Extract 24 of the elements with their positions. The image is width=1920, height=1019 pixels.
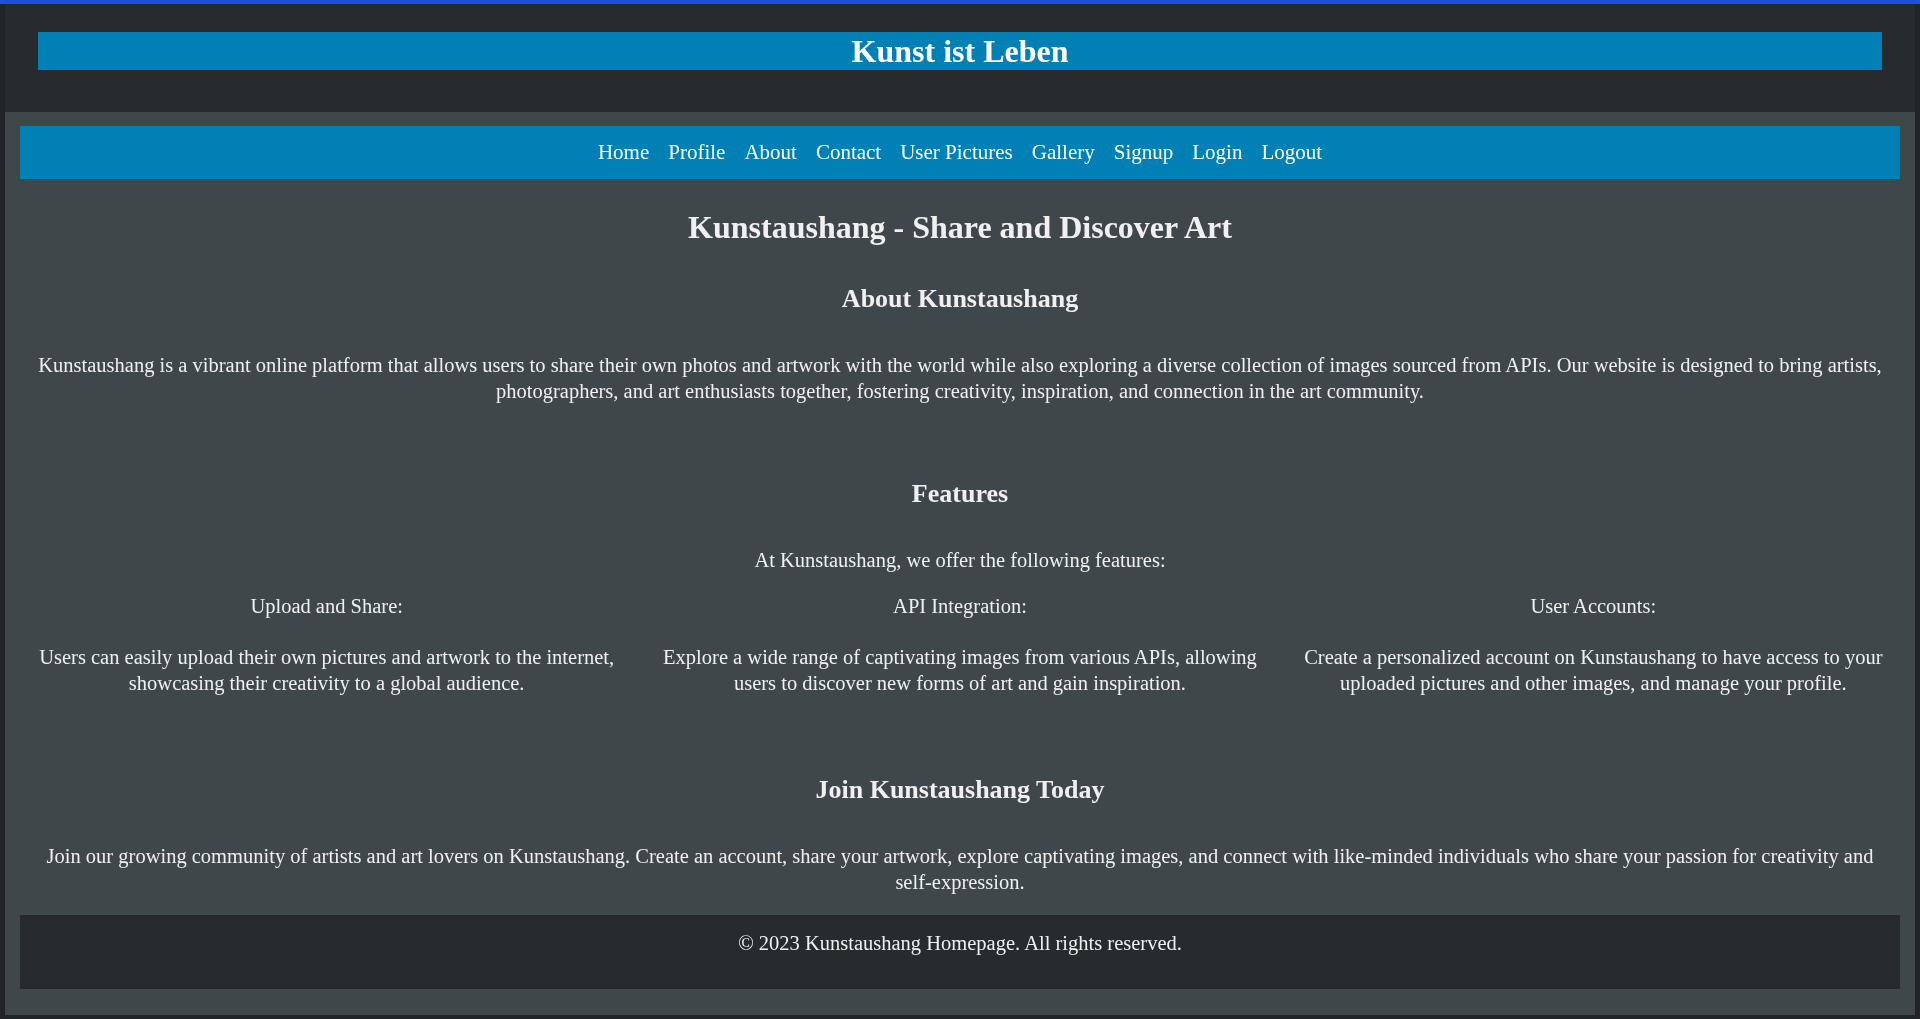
- nav-link[interactable]: Login: [1192, 136, 1243, 169]
- nav-link[interactable]: About: [744, 136, 797, 169]
- feature-title: User Accounts:: [1530, 594, 1657, 619]
- nav-link[interactable]: User Pictures: [900, 136, 1013, 169]
- nav-link[interactable]: Gallery: [1031, 136, 1095, 169]
- nav-link[interactable]: Signup: [1113, 136, 1174, 169]
- feature-title: Upload and Share:: [250, 594, 403, 619]
- join-paragraph: Join our growing community of artists and art lovers on Kunstaushang. Create an account, share your artwork, explore captivating images, and connect with like-minded individuals who share your passion for creativity and self-expression.: [45, 844, 1875, 895]
- nav-link[interactable]: Home: [597, 136, 650, 169]
- site-title: Kunst ist Leben: [38, 32, 1882, 70]
- feature-description: Create a personalized account on Kunstaushang to have access to your uploaded pictures and other images, and manage your profile.: [1303, 645, 1884, 696]
- copyright-text: © 2023 Kunstaushang Homepage. All rights reserved.: [738, 931, 1182, 956]
- section-heading: Join Kunstaushang Today: [814, 774, 1106, 806]
- page-heading: Kunstaushang - Share and Discover Art: [687, 208, 1233, 247]
- nav-link[interactable]: Profile: [668, 136, 726, 169]
- section-heading: Features: [910, 478, 1010, 510]
- feature-description: Explore a wide range of captivating images from various APIs, allowing users to discover new forms of art and gain inspiration.: [662, 645, 1258, 696]
- about-paragraph: Kunstaushang is a vibrant online platform that allows users to share their own photos and artwork with the world while also exploring a diverse collection of images sourced from APIs. Our website is designed to bring artists, photographers, and art enthusiasts together, fostering creativity, inspiration, and connection in the art community.: [37, 353, 1883, 404]
- nav-link[interactable]: Contact: [815, 136, 882, 169]
- nav-link[interactable]: Logout: [1261, 136, 1323, 169]
- features-intro: At Kunstaushang, we offer the following features:: [753, 548, 1167, 573]
- feature-description: Users can easily upload their own pictures and artwork to the internet, showcasing their creativity to a global audience.: [38, 645, 616, 696]
- section-heading: About Kunstaushang: [840, 283, 1080, 315]
- feature-title: API Integration:: [893, 594, 1027, 619]
